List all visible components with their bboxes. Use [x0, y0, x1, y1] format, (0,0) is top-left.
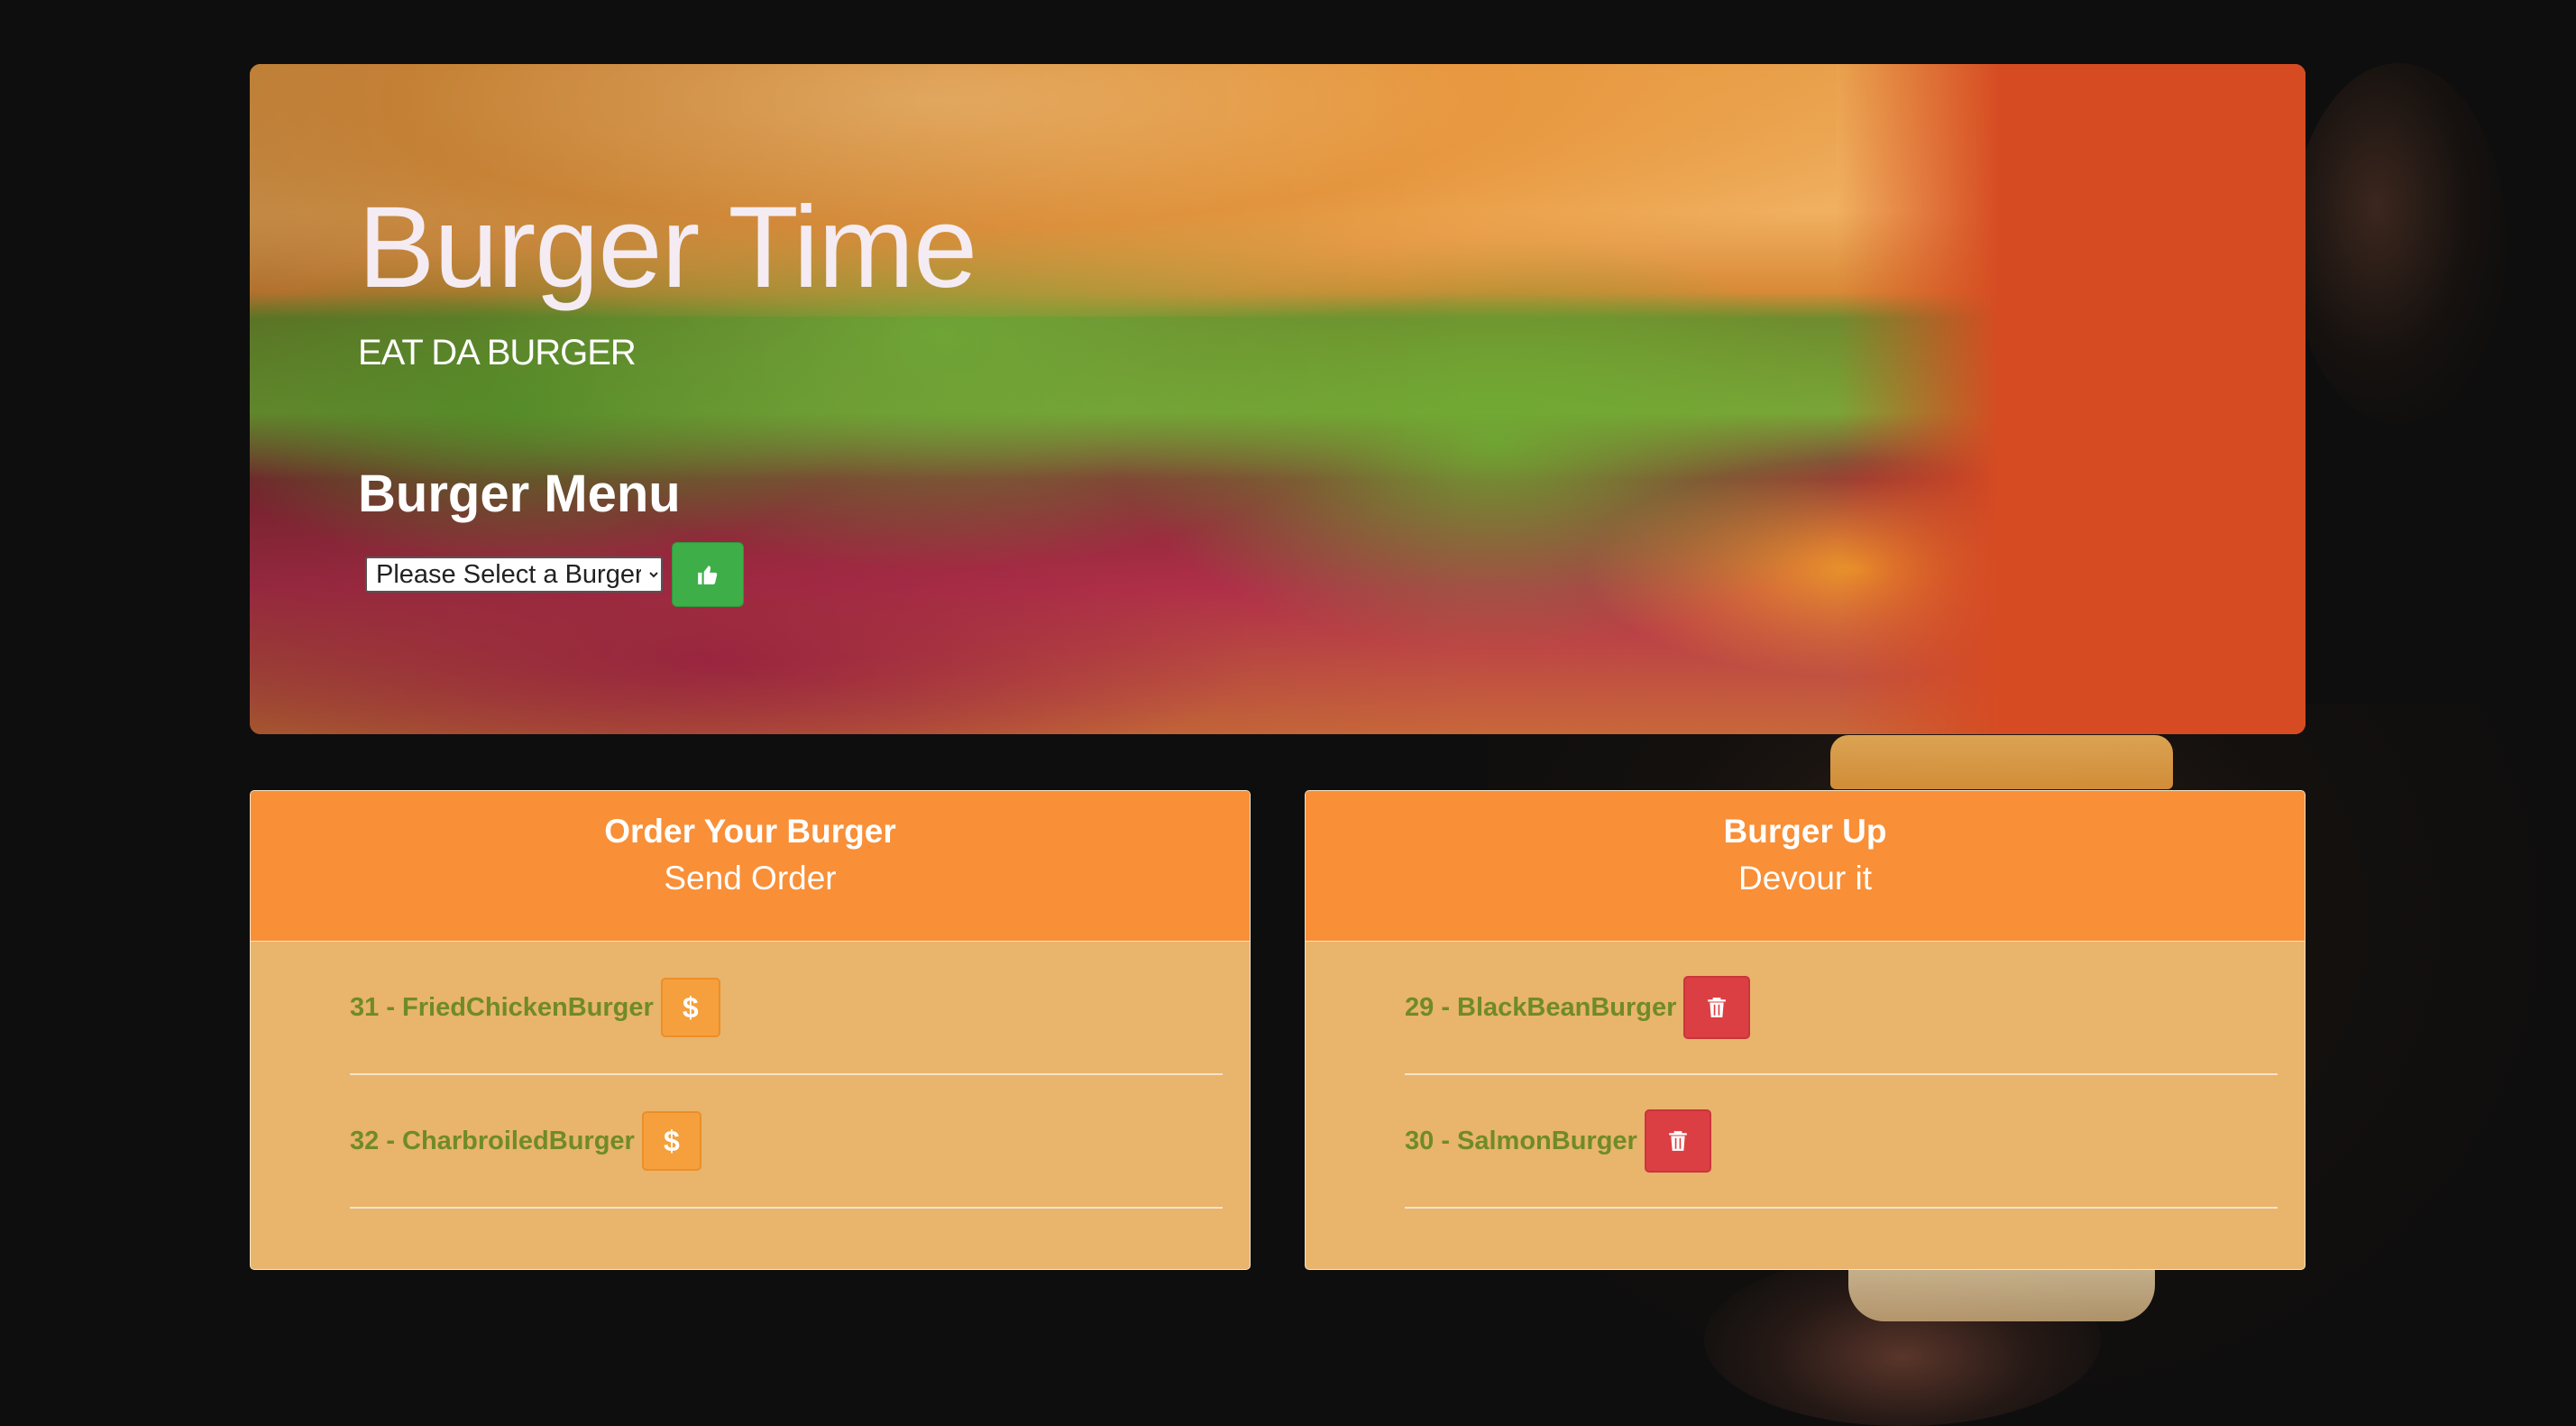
order-panel-subtitle: Send Order	[664, 860, 837, 897]
devour-item-label: 29 - BlackBeanBurger	[1405, 992, 1677, 1022]
delete-burger-button[interactable]	[1683, 976, 1751, 1039]
burger-select[interactable]: Please Select a Burger	[365, 557, 663, 593]
burger-select-form: Please Select a Burger	[365, 542, 976, 607]
order-panel-title: Order Your Burger	[604, 813, 896, 850]
thumbs-up-icon	[698, 566, 718, 584]
devour-panel: Burger Up Devour it 29 - BlackBeanBurger…	[1305, 790, 2306, 1270]
buy-burger-button[interactable]: $	[641, 1111, 701, 1171]
order-list: 31 - FriedChickenBurger $ 32 - Charbroil…	[251, 942, 1250, 1209]
burger-menu-heading: Burger Menu	[358, 465, 681, 523]
order-panel-header: Order Your Burger Send Order	[251, 791, 1250, 942]
devour-list: 29 - BlackBeanBurger 30 - SalmonBurger	[1306, 942, 2305, 1209]
devour-panel-title: Burger Up	[1723, 813, 1887, 850]
devour-panel-subtitle: Devour it	[1737, 860, 1873, 897]
devour-item: 29 - BlackBeanBurger	[1405, 942, 2278, 1075]
hero-content: Burger Time EAT DA BURGER Burger Menu Pl…	[358, 183, 977, 607]
page-title: Burger Time	[358, 183, 977, 312]
delete-burger-button[interactable]	[1644, 1109, 1711, 1173]
trash-icon	[1708, 998, 1727, 1017]
trash-icon	[1669, 1131, 1687, 1151]
buy-burger-button[interactable]: $	[660, 978, 720, 1037]
order-item: 32 - CharbroiledBurger $	[350, 1075, 1223, 1209]
background-arm	[2290, 63, 2507, 424]
submit-burger-button[interactable]	[672, 542, 744, 607]
order-panel: Order Your Burger Send Order 31 - FriedC…	[250, 790, 1251, 1270]
order-item: 31 - FriedChickenBurger $	[350, 942, 1223, 1075]
hero-jumbotron: Burger Time EAT DA BURGER Burger Menu Pl…	[250, 64, 2306, 734]
order-item-label: 32 - CharbroiledBurger	[350, 1126, 635, 1155]
background-cheese	[1830, 735, 2173, 789]
order-item-label: 31 - FriedChickenBurger	[350, 992, 654, 1022]
page-subtitle: EAT DA BURGER	[358, 333, 637, 373]
devour-panel-header: Burger Up Devour it	[1306, 791, 2305, 942]
devour-item: 30 - SalmonBurger	[1405, 1075, 2278, 1209]
devour-item-label: 30 - SalmonBurger	[1405, 1126, 1637, 1155]
